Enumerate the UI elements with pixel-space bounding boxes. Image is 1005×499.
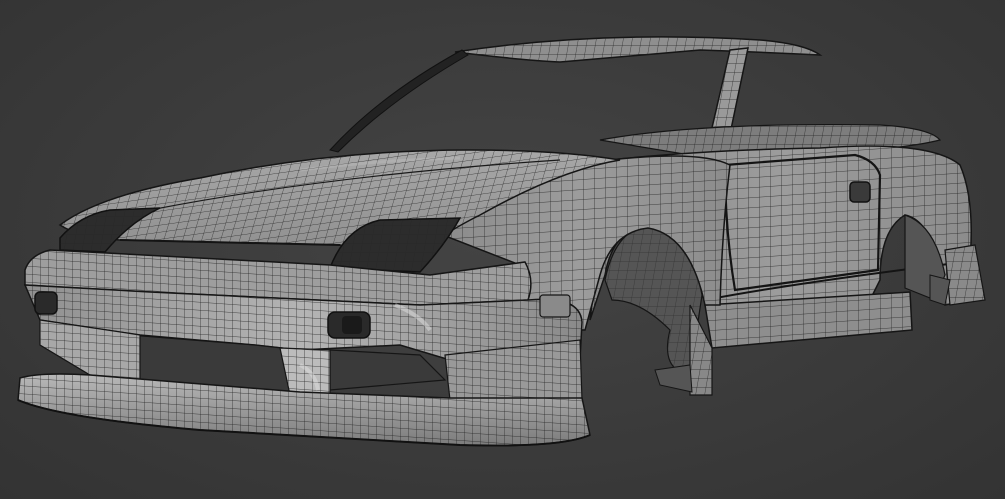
viewport xyxy=(0,0,1005,499)
side-marker xyxy=(539,294,571,318)
a-pillar xyxy=(329,49,469,153)
left-fog-light xyxy=(34,291,58,315)
door-handle xyxy=(849,181,871,203)
car-wireframe-icon xyxy=(17,36,986,447)
